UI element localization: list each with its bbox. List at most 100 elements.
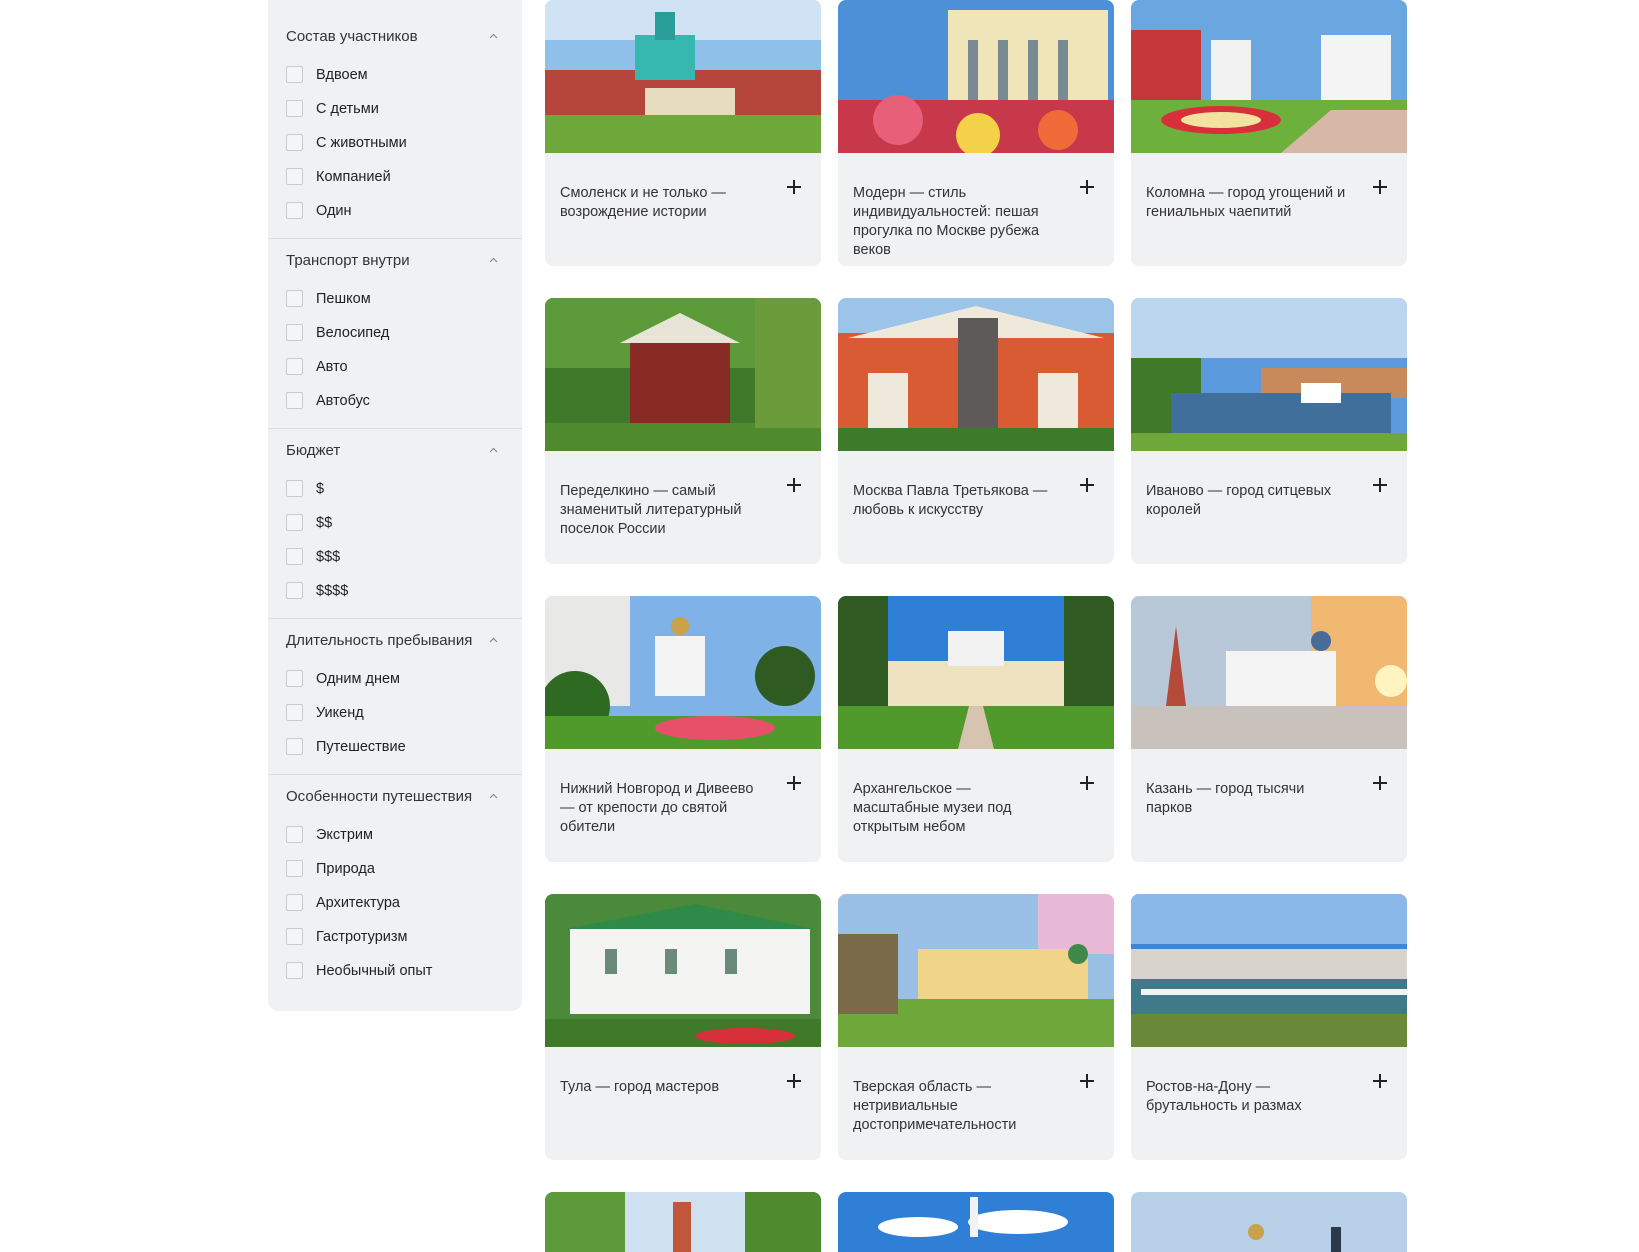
checkbox[interactable] — [286, 514, 303, 531]
tour-title[interactable]: Архангельское — масштабные музеи под отк… — [853, 780, 1053, 837]
chevron-up-icon[interactable] — [489, 446, 498, 455]
checkbox[interactable] — [286, 66, 303, 83]
tour-card[interactable]: Иваново — город ситцевых королей — [1131, 298, 1407, 564]
checkbox[interactable] — [286, 928, 303, 945]
checkbox[interactable] — [286, 290, 303, 307]
plus-icon[interactable] — [1373, 180, 1387, 194]
filter-option-label: Экстрим — [316, 827, 373, 843]
tour-photo — [838, 298, 1114, 451]
filter-option-label: $$ — [316, 515, 333, 531]
tour-photo — [545, 0, 821, 153]
tour-card[interactable]: Ростов-на-Дону — брутальность и размах — [1131, 894, 1407, 1160]
filter-option-label: Авто — [316, 359, 348, 375]
checkbox[interactable] — [286, 392, 303, 409]
tour-title[interactable]: Коломна — город угощений и гениальных ча… — [1146, 184, 1346, 222]
tour-card[interactable] — [838, 1192, 1114, 1252]
tour-title[interactable]: Тверская область — нетривиальные достопр… — [853, 1078, 1053, 1135]
tour-title[interactable]: Москва Павла Третьякова — любовь к искус… — [853, 482, 1053, 520]
tour-photo — [1131, 1192, 1407, 1252]
plus-icon[interactable] — [1080, 478, 1094, 492]
tour-card[interactable]: Модерн — стиль индивидуальностей: пешая … — [838, 0, 1114, 266]
tour-card[interactable]: Москва Павла Третьякова — любовь к искус… — [838, 298, 1114, 564]
checkbox[interactable] — [286, 202, 303, 219]
tour-title[interactable]: Переделкино — самый знаменитый литератур… — [560, 482, 760, 539]
filter-option-label: Одним днем — [316, 671, 401, 687]
checkbox[interactable] — [286, 168, 303, 185]
filters-sidebar: Состав участников Вдвоем С детьми С живо… — [268, 0, 522, 1011]
filter-option-label: $$$ — [316, 549, 341, 565]
filter-option-label: Гастротуризм — [316, 929, 408, 945]
tour-title[interactable]: Модерн — стиль индивидуальностей: пешая … — [853, 184, 1053, 260]
chevron-up-icon[interactable] — [489, 636, 498, 645]
filter-option-label: Архитектура — [316, 895, 400, 911]
divider — [268, 618, 522, 619]
filter-option-label: Автобус — [316, 393, 370, 409]
tour-card[interactable]: Нижний Новгород и Дивеево — от крепости … — [545, 596, 821, 862]
tour-photo — [1131, 0, 1407, 153]
checkbox[interactable] — [286, 860, 303, 877]
filter-group-title-transport[interactable]: Транспорт внутри — [286, 252, 410, 269]
tour-card[interactable]: Переделкино — самый знаменитый литератур… — [545, 298, 821, 564]
checkbox[interactable] — [286, 134, 303, 151]
tour-card[interactable]: Тула — город мастеров — [545, 894, 821, 1160]
plus-icon[interactable] — [1373, 776, 1387, 790]
tour-photo — [838, 1192, 1114, 1252]
plus-icon[interactable] — [1080, 776, 1094, 790]
filter-option-label: Необычный опыт — [316, 963, 433, 979]
tour-photo — [1131, 894, 1407, 1047]
tour-card[interactable] — [1131, 1192, 1407, 1252]
chevron-up-icon[interactable] — [489, 32, 498, 41]
filter-option-label: Вдвоем — [316, 67, 368, 83]
checkbox[interactable] — [286, 480, 303, 497]
filter-group-title-duration[interactable]: Длительность пребывания — [286, 632, 472, 649]
plus-icon[interactable] — [787, 776, 801, 790]
plus-icon[interactable] — [1373, 1074, 1387, 1088]
tour-title[interactable]: Смоленск и не только — возрождение истор… — [560, 184, 760, 222]
tour-photo — [838, 596, 1114, 749]
checkbox[interactable] — [286, 358, 303, 375]
tour-title[interactable]: Нижний Новгород и Дивеево — от крепости … — [560, 780, 760, 837]
checkbox[interactable] — [286, 738, 303, 755]
plus-icon[interactable] — [1080, 180, 1094, 194]
plus-icon[interactable] — [1373, 478, 1387, 492]
filter-option-label: Природа — [316, 861, 375, 877]
tour-title[interactable]: Иваново — город ситцевых королей — [1146, 482, 1346, 520]
checkbox[interactable] — [286, 100, 303, 117]
filter-option-label: С животными — [316, 135, 407, 151]
checkbox[interactable] — [286, 582, 303, 599]
divider — [268, 428, 522, 429]
filter-group-title-participants[interactable]: Состав участников — [286, 28, 418, 45]
tour-photo — [545, 1192, 821, 1252]
tour-title[interactable]: Тула — город мастеров — [560, 1078, 760, 1097]
chevron-up-icon[interactable] — [489, 792, 498, 801]
tour-card[interactable] — [545, 1192, 821, 1252]
tour-photo — [545, 894, 821, 1047]
tour-card[interactable]: Смоленск и не только — возрождение истор… — [545, 0, 821, 266]
filter-group-title-budget[interactable]: Бюджет — [286, 442, 340, 459]
tour-title[interactable]: Казань — город тысячи парков — [1146, 780, 1346, 818]
tour-card[interactable]: Тверская область — нетривиальные достопр… — [838, 894, 1114, 1160]
checkbox[interactable] — [286, 894, 303, 911]
chevron-up-icon[interactable] — [489, 256, 498, 265]
checkbox[interactable] — [286, 962, 303, 979]
plus-icon[interactable] — [787, 478, 801, 492]
plus-icon[interactable] — [1080, 1074, 1094, 1088]
checkbox[interactable] — [286, 704, 303, 721]
tour-photo — [838, 894, 1114, 1047]
tour-card[interactable]: Коломна — город угощений и гениальных ча… — [1131, 0, 1407, 266]
checkbox[interactable] — [286, 324, 303, 341]
tour-photo — [545, 298, 821, 451]
checkbox[interactable] — [286, 826, 303, 843]
tour-title[interactable]: Ростов-на-Дону — брутальность и размах — [1146, 1078, 1346, 1116]
filter-option-label: Уикенд — [316, 705, 364, 721]
filter-group-title-features[interactable]: Особенности путешествия — [286, 788, 472, 805]
checkbox[interactable] — [286, 548, 303, 565]
plus-icon[interactable] — [787, 180, 801, 194]
filter-option-label: Пешком — [316, 291, 371, 307]
tour-card[interactable]: Архангельское — масштабные музеи под отк… — [838, 596, 1114, 862]
tour-card[interactable]: Казань — город тысячи парков — [1131, 596, 1407, 862]
checkbox[interactable] — [286, 670, 303, 687]
divider — [268, 774, 522, 775]
filter-option-label: С детьми — [316, 101, 379, 117]
plus-icon[interactable] — [787, 1074, 801, 1088]
